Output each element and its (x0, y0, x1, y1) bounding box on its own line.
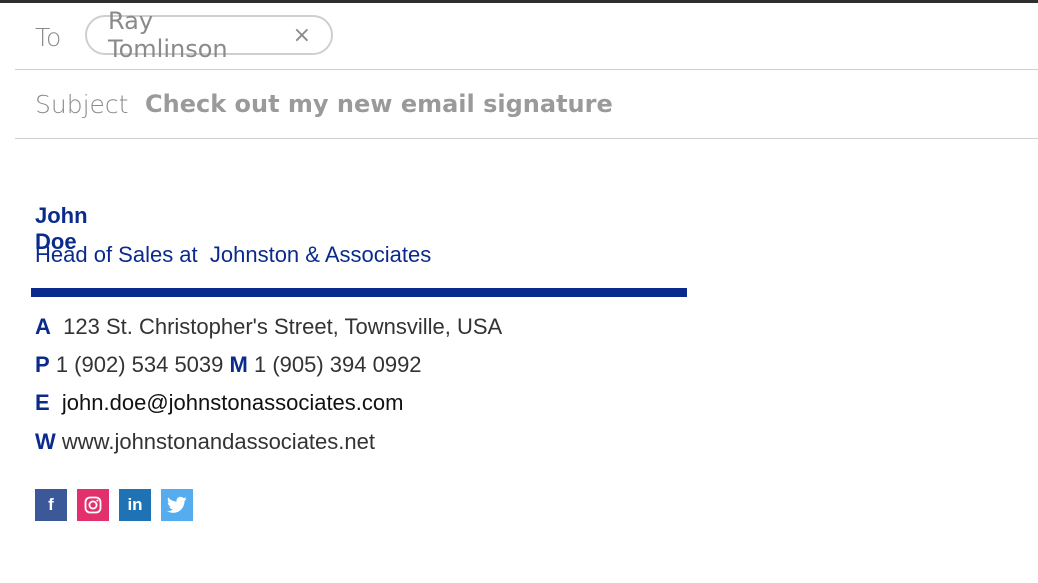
phone-key: P (35, 352, 50, 377)
recipient-name: Ray Tomlinson (108, 7, 228, 63)
signature-phone: 1 (902) 534 5039 (55, 352, 224, 377)
signature-web-line: W www.johnstonandassociates.net (35, 429, 375, 455)
subject-row[interactable]: Subject Check out my new email signature (15, 70, 1038, 139)
signature-divider (31, 288, 687, 297)
address-key: A (35, 314, 51, 339)
mobile-key: M (229, 352, 248, 377)
subject-label: Subject (35, 90, 129, 119)
signature-website-link[interactable]: www.johnstonandassociates.net (62, 429, 375, 454)
subject-field[interactable]: Check out my new email signature (145, 90, 613, 118)
web-key: W (35, 429, 56, 454)
signature-email-link[interactable]: john.doe@johnstonassociates.com (62, 390, 404, 415)
instagram-icon[interactable] (77, 489, 109, 521)
social-icons: f in (35, 489, 193, 521)
signature-address: 123 St. Christopher's Street, Townsville… (63, 314, 503, 339)
twitter-glyph (167, 496, 187, 513)
signature-email-line: E john.doe@johnstonassociates.com (35, 390, 403, 416)
to-label: To (35, 23, 62, 52)
remove-recipient-icon[interactable]: × (293, 23, 311, 48)
facebook-icon[interactable]: f (35, 489, 67, 521)
to-row: To Ray Tomlinson × (15, 3, 1038, 70)
signature-title: Head of Sales at Johnston & Associates (35, 242, 432, 267)
signature-address-line: A 123 St. Christopher's Street, Townsvil… (35, 314, 502, 340)
instagram-glyph (84, 496, 102, 514)
linkedin-icon[interactable]: in (119, 489, 151, 521)
email-key: E (35, 390, 50, 415)
signature-mobile: 1 (905) 394 0992 (253, 352, 422, 377)
twitter-icon[interactable] (161, 489, 193, 521)
signature-phone-line: P 1 (902) 534 5039 M 1 (905) 394 0992 (35, 352, 422, 378)
recipient-chip[interactable]: Ray Tomlinson × (85, 7, 333, 63)
